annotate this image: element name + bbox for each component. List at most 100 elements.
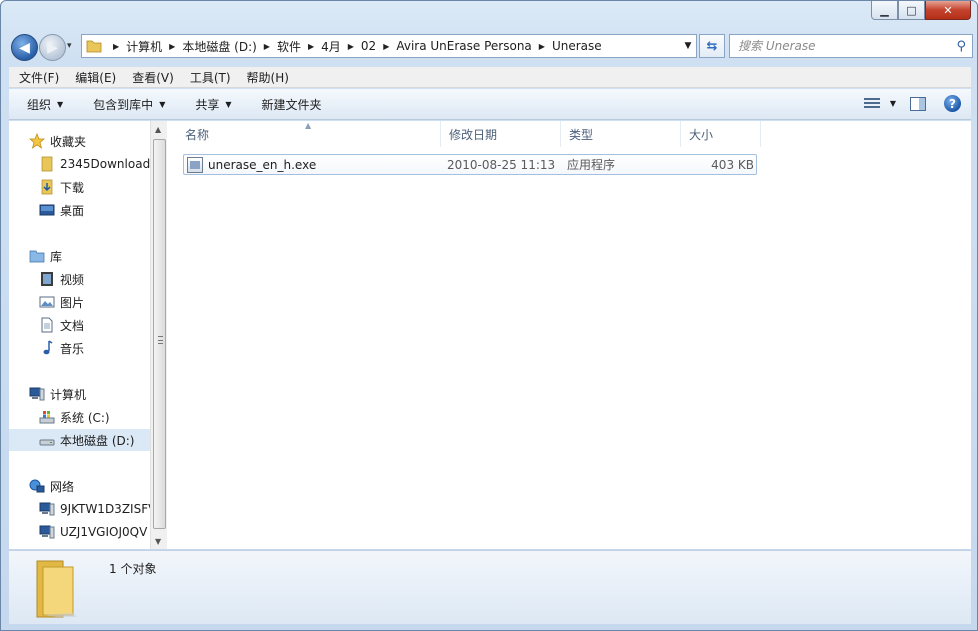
nav-item-label: 桌面	[60, 203, 85, 218]
system-drive-icon	[39, 411, 55, 424]
nav-item-local-disk-d[interactable]: 本地磁盘 (D:)	[9, 429, 150, 451]
nav-item-2345downloads[interactable]: 2345Downloads	[9, 153, 150, 175]
downloads-folder-icon	[41, 179, 53, 195]
nav-computer[interactable]: 计算机	[9, 383, 150, 405]
menu-bar: 文件(F) 编辑(E) 查看(V) 工具(T) 帮助(H)	[9, 67, 971, 88]
column-header-label: 大小	[689, 127, 714, 142]
menu-file[interactable]: 文件(F)	[19, 69, 59, 86]
command-bar: 组织 ▼ 包含到库中 ▼ 共享 ▼ 新建文件夹 ▼ ?	[9, 89, 971, 120]
nav-item-label: 图片	[60, 295, 85, 310]
library-icon	[29, 250, 45, 263]
navigation-bar: ◀ ▶ ▾ ▶ 计算机 ▶ 本地磁盘 (D:) ▶ 软件 ▶ 4月 ▶ 02 ▶ Avir…	[9, 32, 973, 62]
nav-item-label: 本地磁盘 (D:)	[60, 433, 135, 448]
breadcrumb-item[interactable]: 02 ▶	[361, 35, 396, 57]
desktop-icon	[39, 204, 55, 216]
navigation-pane-scrollbar[interactable]: ▲ ▼	[150, 121, 167, 549]
nav-favorites-label: 收藏夹	[50, 134, 87, 149]
nav-item-desktop[interactable]: 桌面	[9, 199, 150, 221]
column-header-label: 类型	[569, 127, 594, 142]
breadcrumb-item[interactable]: 4月 ▶	[321, 35, 361, 57]
refresh-button[interactable]: ⇆	[699, 34, 725, 58]
menu-tools[interactable]: 工具(T)	[190, 69, 231, 86]
organize-button[interactable]: 组织 ▼	[27, 96, 63, 113]
nav-item-downloads[interactable]: 下载	[9, 176, 150, 198]
breadcrumb-separator[interactable]: ▶	[106, 35, 126, 57]
forward-button[interactable]: ▶	[39, 34, 66, 61]
file-name: unerase_en_h.exe	[208, 157, 317, 172]
help-icon[interactable]: ?	[944, 95, 961, 112]
share-button[interactable]: 共享 ▼	[195, 96, 231, 113]
back-button[interactable]: ◀	[11, 34, 38, 61]
new-folder-button[interactable]: 新建文件夹	[262, 96, 322, 113]
search-icon[interactable]: ⚲	[956, 39, 966, 54]
navigation-pane: 收藏夹 2345Downloads 下载 桌面 库 视频 图片 文档 音乐 计算…	[9, 121, 150, 549]
refresh-icon: ⇆	[706, 38, 718, 54]
include-in-library-button[interactable]: 包含到库中 ▼	[93, 96, 165, 113]
network-icon	[29, 479, 45, 493]
nav-item-network-computer[interactable]: 9JKTW1D3ZISFV	[9, 498, 150, 520]
document-icon	[41, 317, 53, 333]
network-computer-icon	[39, 502, 55, 516]
forward-arrow-icon: ▶	[47, 39, 58, 56]
nav-item-system-drive[interactable]: 系统 (C:)	[9, 406, 150, 428]
minimize-button[interactable]: ▁	[871, 1, 898, 20]
breadcrumb-label: 本地磁盘 (D:)	[182, 39, 257, 54]
nav-item-label: UZJ1VGIOJ0QV	[60, 525, 148, 539]
hard-drive-icon	[39, 439, 55, 446]
folder-icon	[36, 560, 77, 618]
view-options-chevron-icon[interactable]: ▼	[890, 99, 896, 108]
column-header-type[interactable]: 类型	[561, 121, 681, 147]
nav-item-music[interactable]: 音乐	[9, 337, 150, 359]
nav-libraries[interactable]: 库	[9, 245, 150, 267]
organize-label: 组织	[27, 97, 52, 112]
search-box[interactable]: ⚲	[729, 34, 973, 58]
close-button[interactable]: ✕	[925, 1, 971, 20]
nav-favorites[interactable]: 收藏夹	[9, 130, 150, 152]
nav-item-videos[interactable]: 视频	[9, 268, 150, 290]
column-header-date[interactable]: 修改日期	[441, 121, 561, 147]
explorer-window: ▁ □ ✕ ◀ ▶ ▾ ▶ 计算机 ▶ 本地磁盘 (D:) ▶ 软件 ▶ 4月 ▶ 02…	[0, 0, 978, 631]
address-bar[interactable]: ▶ 计算机 ▶ 本地磁盘 (D:) ▶ 软件 ▶ 4月 ▶ 02 ▶ Avira UnEr…	[81, 34, 697, 58]
file-size: 403 KB	[711, 157, 754, 172]
caption-buttons: ▁ □ ✕	[871, 1, 971, 21]
nav-item-label: 9JKTW1D3ZISFV	[60, 502, 150, 516]
breadcrumb-item[interactable]: 计算机 ▶	[126, 35, 182, 57]
scrollbar-thumb[interactable]	[153, 139, 166, 529]
nav-item-documents[interactable]: 文档	[9, 314, 150, 336]
menu-view[interactable]: 查看(V)	[132, 69, 174, 86]
menu-help[interactable]: 帮助(H)	[247, 69, 289, 86]
star-icon	[29, 133, 45, 149]
new-folder-label: 新建文件夹	[261, 97, 322, 112]
menu-edit[interactable]: 编辑(E)	[75, 69, 116, 86]
breadcrumb-label: Unerase	[551, 39, 602, 53]
scroll-up-icon[interactable]: ▲	[155, 125, 161, 134]
nav-network[interactable]: 网络	[9, 475, 150, 497]
chevron-down-icon: ▼	[225, 99, 232, 109]
maximize-button[interactable]: □	[898, 1, 925, 20]
chevron-down-icon: ▼	[159, 99, 166, 109]
breadcrumb-item[interactable]: Avira UnErase Persona ▶	[396, 35, 552, 57]
breadcrumb-item[interactable]: Unerase	[552, 35, 602, 57]
column-header-label: 修改日期	[449, 127, 498, 142]
nav-item-label: 音乐	[60, 341, 85, 356]
address-dropdown-icon[interactable]: ▼	[680, 35, 696, 57]
file-date: 2010-08-25 11:13	[447, 157, 556, 172]
nav-item-pictures[interactable]: 图片	[9, 291, 150, 313]
breadcrumb-item[interactable]: 软件 ▶	[277, 35, 321, 57]
nav-item-label: 2345Downloads	[60, 157, 150, 171]
preview-pane-icon[interactable]	[910, 96, 926, 111]
nav-item-network-computer[interactable]: UZJ1VGIOJ0QV	[9, 521, 150, 543]
scroll-down-icon[interactable]: ▼	[155, 537, 161, 546]
nav-item-label: 下载	[60, 180, 85, 195]
file-list: ▲ 名称 修改日期 类型 大小 unerase_en_h.exe 2010-08…	[167, 121, 971, 549]
search-input[interactable]	[738, 39, 948, 53]
recent-pages-dropdown[interactable]: ▾	[67, 41, 72, 51]
breadcrumb-item[interactable]: 本地磁盘 (D:) ▶	[182, 35, 277, 57]
computer-icon	[29, 387, 45, 401]
column-header-name[interactable]: 名称	[177, 121, 441, 147]
column-header-size[interactable]: 大小	[681, 121, 761, 147]
file-row[interactable]: unerase_en_h.exe 2010-08-25 11:13 应用程序 4…	[183, 154, 757, 175]
folder-icon	[41, 156, 53, 172]
view-details-icon[interactable]	[863, 97, 882, 111]
column-header-label: 名称	[185, 127, 210, 142]
